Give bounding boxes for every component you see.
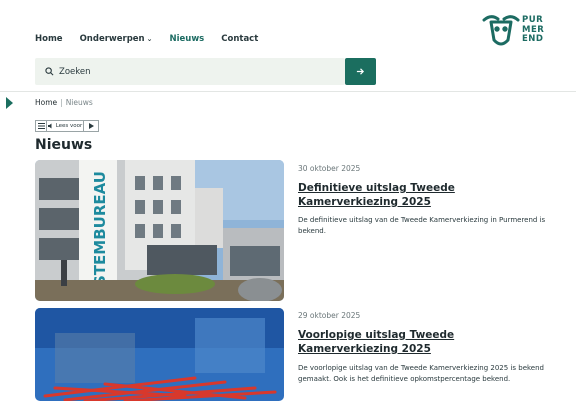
breadcrumb: Home | Nieuws xyxy=(35,98,93,107)
search-icon xyxy=(45,67,54,76)
nav-item-onderwerpen-label: Onderwerpen xyxy=(79,34,145,44)
nav-item-contact[interactable]: Contact xyxy=(221,34,258,44)
breadcrumb-current: Nieuws xyxy=(65,98,93,107)
logo-text: PUR MER END xyxy=(522,15,546,45)
read-aloud-label: Lees voor xyxy=(55,123,83,129)
arrow-right-icon xyxy=(356,68,365,75)
stembureau-banner-text: STEMBUREAU xyxy=(91,171,109,286)
readspeaker-bar: Lees voor xyxy=(35,120,99,132)
news-title-link[interactable]: Voorlopige uitslag Tweede Kamerverkiezin… xyxy=(298,328,553,356)
skip-link-marker-icon[interactable] xyxy=(6,97,13,109)
nav-item-nieuws[interactable]: Nieuws xyxy=(169,34,204,44)
main-nav: Home Onderwerpen ⌄ Nieuws Contact xyxy=(35,34,275,44)
nav-item-home[interactable]: Home xyxy=(35,34,63,44)
news-description: De voorlopige uitslag van de Tweede Kame… xyxy=(298,364,544,383)
news-date: 29 oktober 2025 xyxy=(298,311,361,320)
news-description: De definitieve uitslag van de Tweede Kam… xyxy=(298,216,546,235)
search-input[interactable]: Zoeken xyxy=(59,67,91,77)
news-title-link[interactable]: Definitieve uitslag Tweede Kamerverkiezi… xyxy=(298,181,553,209)
read-aloud-button[interactable]: Lees voor xyxy=(47,121,84,131)
news-image-pencils[interactable] xyxy=(35,308,284,401)
breadcrumb-separator: | xyxy=(60,98,63,107)
play-icon[interactable] xyxy=(84,121,98,131)
nav-item-onderwerpen[interactable]: Onderwerpen ⌄ xyxy=(80,34,153,44)
speaker-icon xyxy=(47,123,52,129)
header-divider xyxy=(0,91,576,92)
news-date: 30 oktober 2025 xyxy=(298,164,361,173)
page-title: Nieuws xyxy=(35,137,93,153)
breadcrumb-home[interactable]: Home xyxy=(35,98,57,107)
search-field[interactable]: Zoeken xyxy=(35,58,345,85)
logo-text-line: END xyxy=(522,34,544,44)
search-button[interactable] xyxy=(345,58,376,85)
news-image-polling-station[interactable]: STEMBUREAU xyxy=(35,160,284,301)
chevron-down-icon: ⌄ xyxy=(146,35,153,43)
menu-icon[interactable] xyxy=(36,121,47,131)
